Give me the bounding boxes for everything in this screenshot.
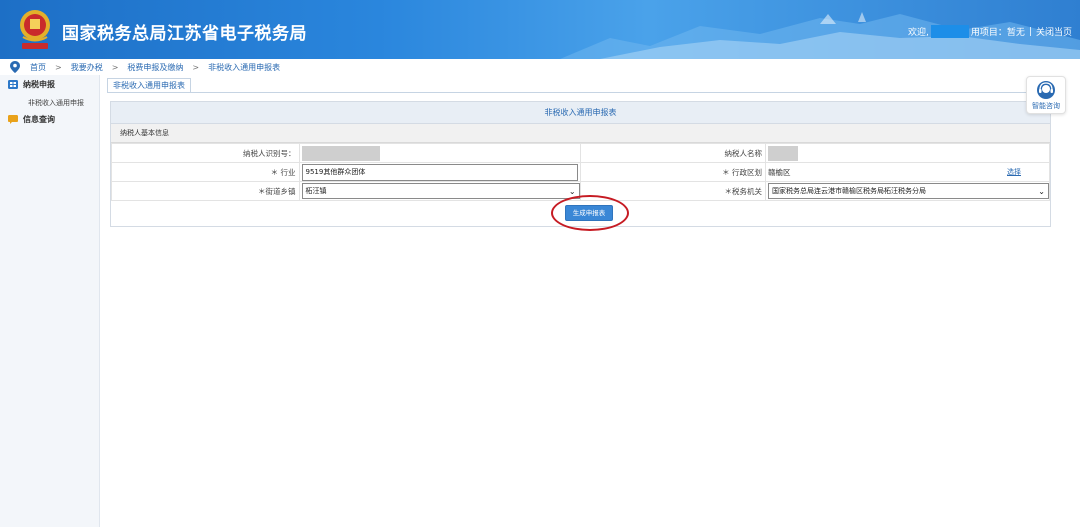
redacted-field [768, 145, 798, 161]
breadcrumb-declaration[interactable]: 税费申报及缴纳 [127, 62, 183, 73]
tab-nontax-declaration[interactable]: 非税收入通用申报表 [107, 78, 191, 93]
highlight-circle [551, 195, 629, 231]
tax-emblem-icon [20, 10, 50, 49]
taxpayer-id-label: 纳税人识别号： [111, 143, 300, 163]
chevron-down-icon: ⌄ [1038, 186, 1045, 196]
street-label: ＊街道乡镇 [111, 181, 300, 201]
industry-label: ＊ 行业 [111, 162, 300, 182]
separator: | [1028, 26, 1032, 37]
top-header: 国家税务总局江苏省电子税务局 欢迎, 用项目：暂无 | 关闭当页 [0, 0, 1080, 59]
site-title: 国家税务总局江苏省电子税务局 [62, 24, 307, 44]
user-bar: 欢迎, 用项目：暂无 | 关闭当页 [908, 25, 1072, 38]
choose-region-link[interactable]: 选择 [1007, 167, 1021, 177]
chat-icon [8, 114, 18, 124]
chevron-down-icon: ⌄ [568, 186, 576, 196]
form-row: ＊ 行业 9519其他群众团体 ＊ 行政区划 赣榆区 选择 [111, 162, 1050, 182]
welcome-text: 欢迎, [908, 28, 929, 38]
headset-support-icon [1037, 81, 1055, 99]
admin-region-value: 赣榆区 [768, 167, 791, 177]
breadcrumb: 首页 > 我要办税 > 税费申报及缴纳 > 非税收入通用申报表 [0, 59, 1080, 75]
button-row: 生成申报表 [111, 195, 1050, 231]
form-panel: 非税收入通用申报表 纳税人基本信息 纳税人识别号： 纳税人名称 ＊ 行业 951… [110, 101, 1051, 231]
admin-region-label: ＊ 行政区划 [579, 162, 767, 182]
industry-input[interactable]: 9519其他群众团体 [301, 163, 578, 181]
breadcrumb-current: 非税收入通用申报表 [208, 62, 281, 72]
taxpayer-name-label: 纳税人名称 [579, 143, 767, 163]
sidebar-group-info-query[interactable]: 信息查询 [0, 112, 99, 126]
taxpayer-id-value [298, 143, 581, 163]
sidebar: 纳税申报 非税收入通用申报 信息查询 [0, 75, 100, 527]
street-select[interactable]: 柘汪镇 ⌄ [301, 183, 580, 199]
redacted-field [301, 145, 380, 161]
form-row: 纳税人识别号： 纳税人名称 [111, 143, 1050, 163]
form-title: 非税收入通用申报表 [111, 102, 1050, 124]
taxpayer-name-value [765, 143, 1050, 163]
location-pin-icon [10, 61, 20, 73]
close-page-link[interactable]: 关闭当页 [1036, 25, 1072, 38]
tab-divider [107, 92, 1055, 93]
form-table: 纳税人识别号： 纳税人名称 ＊ 行业 9519其他群众团体 ＊ 行政区划 赣榆区… [111, 143, 1050, 201]
breadcrumb-home[interactable]: 首页 [30, 62, 46, 73]
section-header: 纳税人基本信息 [111, 124, 1050, 143]
grid-icon [8, 79, 18, 89]
smart-consult-widget[interactable]: 智能咨询 [1026, 76, 1066, 114]
sidebar-group-tax-declaration[interactable]: 纳税申报 [0, 77, 99, 91]
sidebar-item-nontax-declaration[interactable]: 非税收入通用申报 [0, 97, 99, 110]
smart-consult-label: 智能咨询 [1032, 102, 1060, 110]
breadcrumb-tax-service[interactable]: 我要办税 [71, 62, 103, 73]
tax-office-select[interactable]: 国家税务总局连云港市赣榆区税务局柘汪税务分局 ⌄ [768, 183, 1049, 199]
username-mask [930, 25, 969, 38]
user-project-text: 用项目：暂无 [970, 28, 1025, 38]
